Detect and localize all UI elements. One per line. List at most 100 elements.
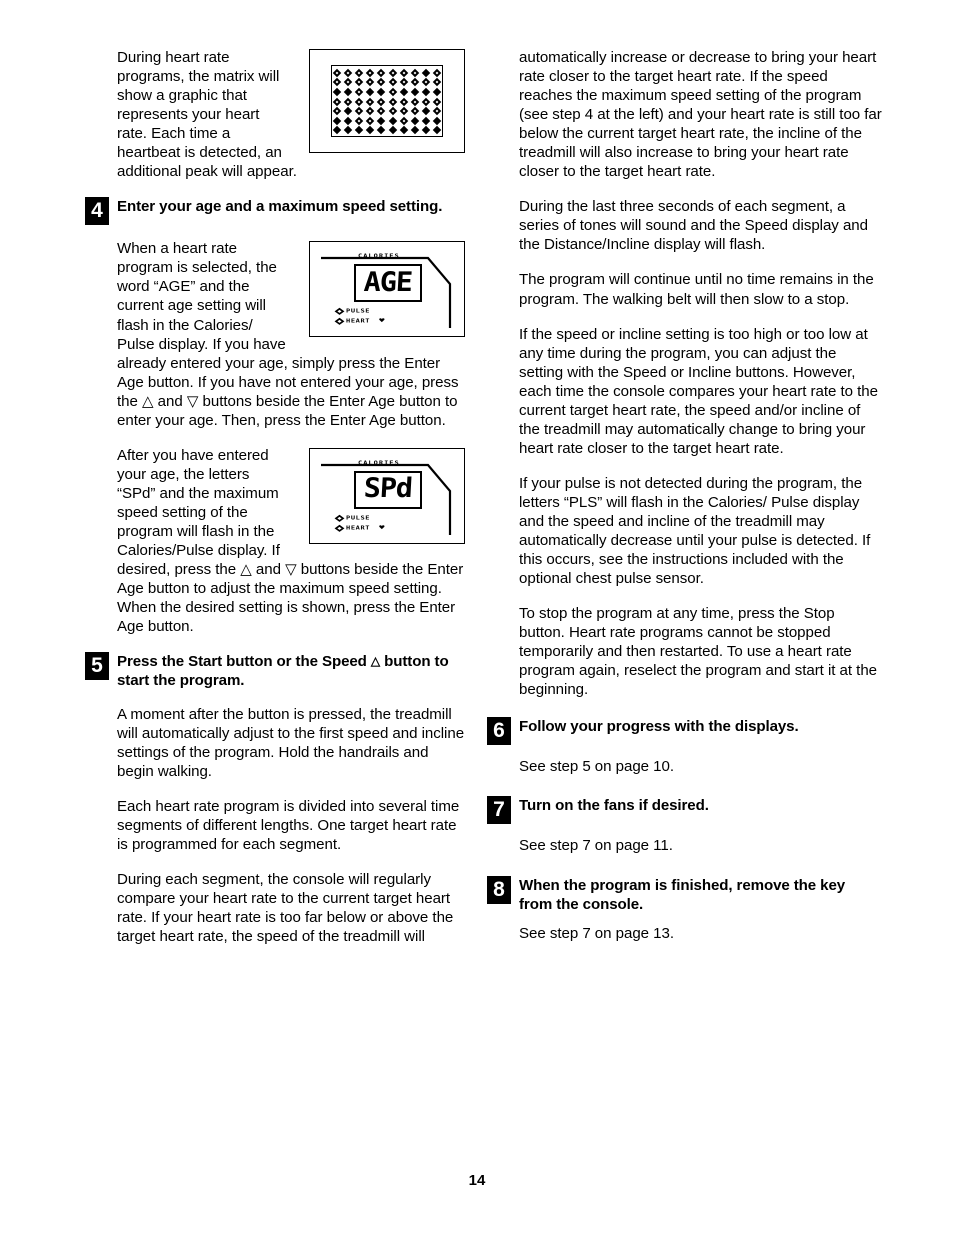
age-indicator-row-1: PULSE: [334, 307, 371, 315]
speed-indicator-row-2: HEART ♥: [334, 524, 385, 532]
step-5-paragraph-1: A moment after the button is pressed, th…: [117, 705, 465, 780]
step-8-title: When the program is finished, remove the…: [519, 876, 846, 913]
right-paragraph-1: automatically increase or decrease to br…: [519, 49, 882, 181]
matrix-dot: [332, 116, 342, 126]
speed-indicator-label-1: PULSE: [346, 514, 371, 521]
matrix-dot: [410, 97, 420, 106]
matrix-dot: [388, 78, 397, 87]
matrix-dot: [388, 106, 397, 116]
matrix-dot: [399, 126, 408, 135]
age-segment-box: AGE: [354, 264, 422, 303]
matrix-dot: [354, 126, 364, 135]
matrix-dot: [354, 68, 364, 78]
speed-calories-label: CALORIES: [358, 459, 400, 466]
speed-display-figure: CALORIES SPd PULSE HEART ♥: [309, 447, 465, 544]
matrix-dot: [366, 68, 375, 78]
matrix-row: [332, 87, 442, 97]
diamond-indicator-icon: [334, 514, 345, 522]
matrix-dot: [410, 78, 420, 87]
matrix-dot: [388, 87, 397, 97]
intro-block: During heart rate programs, the matrix w…: [85, 48, 465, 181]
matrix-dot: [399, 87, 408, 97]
speed-indicator-label-2: HEART: [346, 524, 371, 531]
matrix-dot: [421, 97, 431, 106]
matrix-dot: [421, 106, 431, 116]
matrix-dot: [377, 97, 386, 106]
step-8-body: See step 7 on page 13.: [519, 924, 674, 942]
matrix-dot: [399, 106, 408, 116]
matrix-dot: [421, 116, 431, 126]
matrix-row: [332, 116, 442, 126]
matrix-dot: [366, 97, 375, 106]
matrix-dot: [432, 68, 442, 78]
matrix-dot: [366, 106, 375, 116]
matrix-dot: [343, 78, 353, 87]
step-8-number: 8: [487, 875, 511, 904]
page-number: 14: [468, 1172, 486, 1189]
triangle-up-icon: △: [370, 654, 381, 669]
matrix-dot: [343, 68, 353, 78]
age-display-figure: CALORIES AGE PULSE HEART ♥: [309, 241, 465, 338]
right-paragraph-5: If your pulse is not detected during the…: [519, 474, 871, 588]
step-5-number: 5: [85, 652, 109, 681]
left-column: During heart rate programs, the matrix w…: [85, 48, 465, 962]
step-4-block-2: CALORIES SPd PULSE HEART ♥ After you hav…: [85, 446, 465, 636]
matrix-dot: [410, 87, 420, 97]
matrix-dot: [354, 106, 364, 116]
matrix-dot: [388, 116, 397, 126]
matrix-dot: [399, 97, 408, 106]
matrix-dot: [410, 126, 420, 135]
matrix-dot: [377, 106, 386, 116]
step-7-body: See step 7 on page 11.: [519, 837, 673, 855]
step-7-title: Turn on the fans if desired.: [519, 797, 709, 815]
matrix-row: [332, 68, 442, 78]
diamond-indicator-icon: [334, 524, 345, 532]
matrix-dot: [432, 87, 442, 97]
matrix-dot: [343, 97, 353, 106]
matrix-dot: [332, 97, 342, 106]
step-6-title: Follow your progress with the displays.: [519, 718, 799, 736]
matrix-dot: [399, 68, 408, 78]
matrix-dot: [366, 126, 375, 135]
matrix-dot: [343, 106, 353, 116]
matrix-dot: [354, 97, 364, 106]
matrix-dot: [332, 78, 342, 87]
matrix-dot: [332, 106, 342, 116]
matrix-dot: [432, 126, 442, 135]
dot-matrix-grid: [331, 65, 443, 137]
matrix-dot: [377, 78, 386, 87]
matrix-dot: [399, 78, 408, 87]
age-indicator-label-1: PULSE: [346, 308, 371, 315]
matrix-dot: [377, 68, 386, 78]
age-calories-label: CALORIES: [358, 253, 400, 260]
matrix-dot: [388, 68, 397, 78]
right-paragraph-4: If the speed or incline setting is too h…: [519, 325, 878, 457]
matrix-row: [332, 97, 442, 107]
matrix-dot: [354, 87, 364, 97]
matrix-row: [332, 126, 442, 136]
matrix-dot: [377, 116, 386, 126]
speed-indicator-row-1: PULSE: [334, 514, 371, 522]
matrix-dot: [388, 97, 397, 106]
step-4-title: Enter your age and a maximum speed setti…: [117, 198, 443, 216]
right-paragraph-6: To stop the program at any time, press t…: [519, 605, 878, 699]
matrix-dot: [343, 87, 353, 97]
matrix-dot: [377, 126, 386, 135]
step-6: 6 Follow your progress with the displays…: [487, 717, 882, 747]
step-5-title-part1: Press the Start button or the Speed: [117, 653, 371, 671]
matrix-dot: [432, 97, 442, 106]
step-6-body: See step 5 on page 10.: [519, 758, 674, 776]
dot-matrix-figure: [309, 49, 465, 153]
diamond-indicator-icon: [334, 307, 345, 315]
matrix-dot: [343, 116, 353, 126]
matrix-dot: [332, 87, 342, 97]
manual-page: During heart rate programs, the matrix w…: [0, 0, 954, 1235]
diamond-indicator-icon: [334, 317, 345, 325]
step-7: 7 Turn on the fans if desired.: [487, 796, 882, 826]
matrix-dot: [366, 87, 375, 97]
matrix-dot: [421, 87, 431, 97]
matrix-dot: [421, 78, 431, 87]
right-paragraph-3: The program will continue until no time …: [519, 271, 874, 308]
matrix-dot: [421, 68, 431, 78]
matrix-dot: [343, 126, 353, 135]
